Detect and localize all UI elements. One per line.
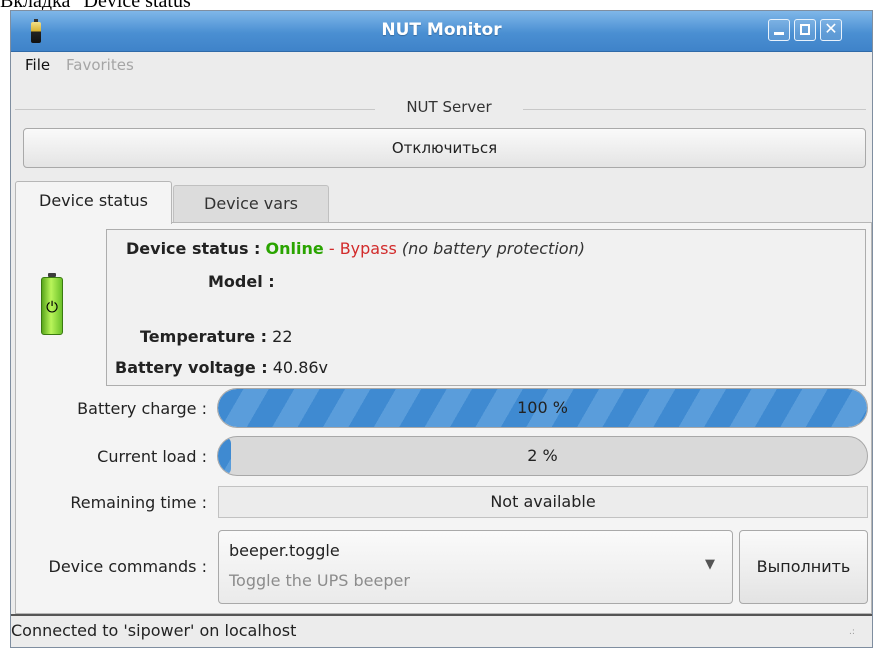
figure-caption: Вкладка "Device status" (0, 0, 199, 12)
temperature-value: 22 (272, 327, 293, 346)
model-label: Model : (208, 272, 275, 291)
nut-server-group-title: NUT Server (379, 98, 519, 116)
execute-button[interactable]: Выполнить (739, 530, 868, 604)
current-load-label: Current load : (97, 447, 207, 466)
battery-voltage-line: Battery voltage : 40.86v (115, 358, 328, 377)
battery-voltage-label: Battery voltage : (115, 358, 268, 377)
status-note: (no battery protection) (401, 239, 585, 258)
minimize-icon (774, 32, 784, 35)
disconnect-button[interactable]: Отключиться (23, 128, 866, 168)
current-load-text: 2 % (527, 446, 558, 465)
battery-voltage-value: 40.86v (272, 358, 329, 377)
status-separator: - (323, 239, 340, 258)
title-bar[interactable]: NUT Monitor ✕ (11, 11, 872, 52)
triangle-down-icon: ▼ (705, 557, 715, 572)
device-commands-select[interactable]: beeper.toggle Toggle the UPS beeper ▼ (218, 530, 733, 604)
battery-charge-label: Battery charge : (77, 399, 207, 418)
device-status-line: Device status : Online - Bypass (no batt… (126, 239, 585, 258)
battery-charge-text: 100 % (517, 398, 568, 417)
current-load-bar: 2 % (217, 436, 868, 476)
group-divider-left (15, 109, 375, 110)
status-online: Online (265, 239, 324, 258)
selected-command: beeper.toggle (229, 541, 340, 560)
maximize-button[interactable] (794, 19, 816, 41)
window-title: NUT Monitor (381, 20, 502, 40)
remaining-time-label: Remaining time : (70, 493, 207, 512)
device-status-label: Device status : (126, 239, 261, 258)
nut-monitor-window: NUT Monitor ✕ File Favorites NUT Server … (10, 10, 873, 648)
tab-device-vars[interactable]: Device vars (173, 185, 329, 223)
menu-favorites[interactable]: Favorites (66, 56, 134, 74)
group-divider-right (523, 109, 866, 110)
temperature-line: Temperature : 22 (140, 327, 293, 346)
maximize-icon (800, 24, 810, 35)
menu-bar: File Favorites (11, 51, 872, 79)
close-button[interactable]: ✕ (820, 19, 842, 41)
close-icon: ✕ (824, 19, 838, 38)
selected-command-description: Toggle the UPS beeper (229, 571, 410, 590)
temperature-label: Temperature : (140, 327, 268, 346)
status-bypass: Bypass (339, 239, 397, 258)
statusbar-text: Connected to 'sipower' on localhost (11, 621, 297, 640)
battery-charge-bar: 100 % (217, 388, 868, 428)
minimize-button[interactable] (768, 19, 790, 41)
model-line: Model : (208, 272, 275, 291)
remaining-time-value: Not available (218, 486, 868, 518)
resize-grip-icon[interactable]: .: (849, 628, 861, 641)
device-commands-label: Device commands : (48, 557, 207, 576)
battery-plug-icon: ⏻ (41, 273, 63, 335)
menu-file[interactable]: File (25, 56, 50, 74)
tab-device-status[interactable]: Device status (15, 181, 172, 224)
statusbar-divider (11, 614, 872, 616)
